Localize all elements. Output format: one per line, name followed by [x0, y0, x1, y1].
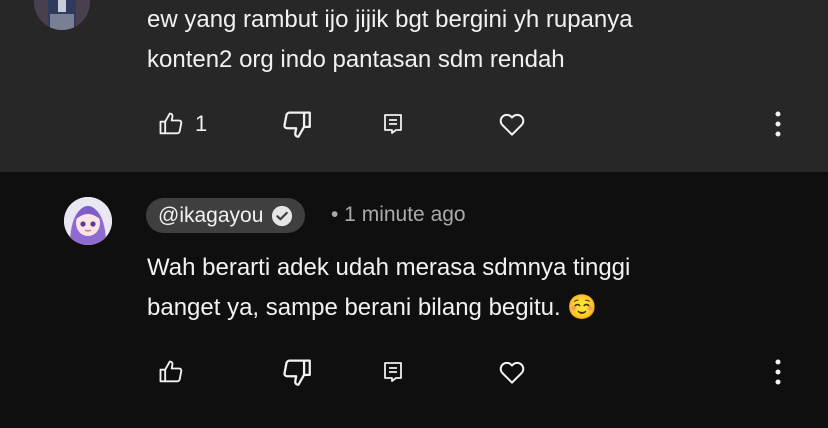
dislike-button[interactable]	[280, 104, 314, 144]
more-vert-icon	[775, 359, 781, 385]
reply-button[interactable]	[381, 104, 405, 144]
like-count: 1	[195, 111, 208, 136]
comment-text: Wah berarti adek udah merasa sdmnya ting…	[147, 248, 630, 328]
comment-text: ew yang rambut ijo jijik bgt bergini yh …	[147, 0, 633, 80]
comment-timestamp: • 1 minute ago	[331, 203, 466, 226]
comment-line: konten2 org indo pantasan sdm rendah	[147, 46, 565, 73]
more-options-button[interactable]	[770, 352, 786, 392]
avatar[interactable]	[64, 197, 112, 245]
comment: ew yang rambut ijo jijik bgt bergini yh …	[0, 0, 828, 172]
reply-icon	[384, 114, 402, 134]
comment-action-bar	[0, 352, 828, 392]
avatar[interactable]	[34, 0, 90, 30]
heart-button[interactable]	[497, 352, 527, 392]
author-chip[interactable]: @ikagayou	[146, 198, 306, 233]
comment-action-bar: 1	[0, 104, 828, 144]
like-icon	[159, 360, 183, 383]
reply-icon	[384, 362, 402, 382]
more-options-button[interactable]	[770, 104, 786, 144]
like-button[interactable]	[157, 352, 185, 392]
dislike-icon	[283, 111, 311, 138]
like-button[interactable]: 1	[157, 104, 207, 144]
dislike-icon	[283, 359, 311, 386]
comment-line: Wah berarti adek udah merasa sdmnya ting…	[147, 254, 631, 281]
dislike-button[interactable]	[280, 352, 314, 392]
author-name: @ikagayou	[158, 203, 264, 227]
heart-icon	[499, 113, 525, 136]
comment-line: ew yang rambut ijo jijik bgt bergini yh …	[147, 6, 633, 33]
more-vert-icon	[775, 111, 781, 137]
comment: @ikagayou • 1 minute ago Wah berarti ade…	[0, 172, 828, 428]
verified-icon	[272, 205, 293, 226]
like-icon	[159, 112, 183, 135]
heart-button[interactable]	[497, 104, 527, 144]
comment-line: banget ya, sampe berani bilang begitu. ☺…	[147, 294, 598, 321]
reply-button[interactable]	[381, 352, 405, 392]
heart-icon	[499, 361, 525, 384]
